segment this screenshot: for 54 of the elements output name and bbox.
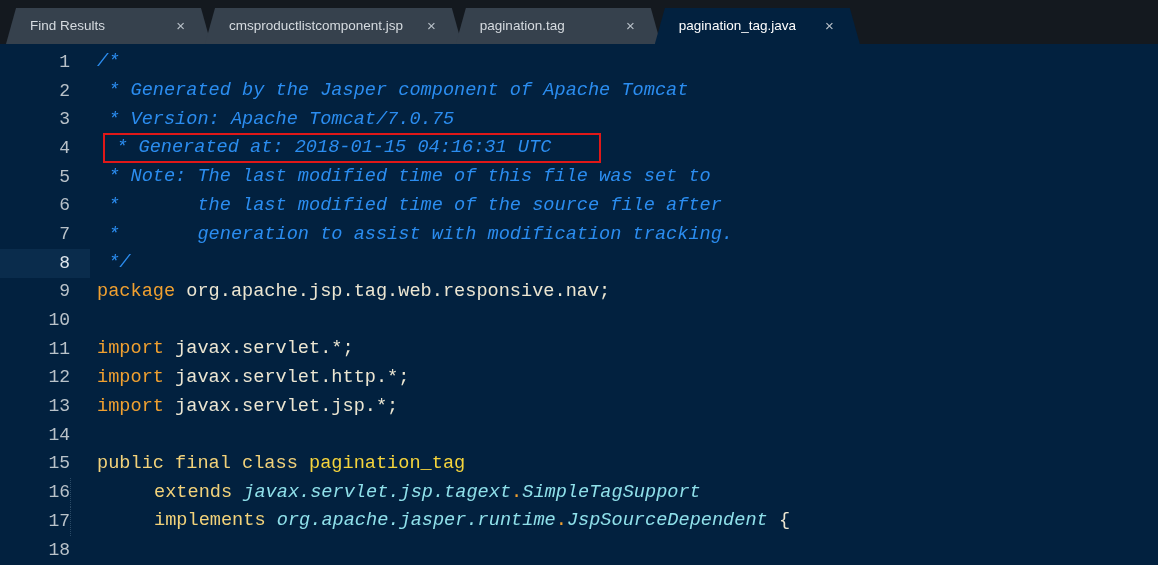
code-text: javax.servlet.http.*; (174, 365, 410, 390)
line-number: 8 (0, 248, 90, 278)
code-comment: * the last modified time of the source file after (107, 193, 722, 218)
code-type: org.apache.jasper.runtime (275, 509, 556, 534)
line-number: 15 (47, 452, 71, 476)
tab-label: pagination_tag.java (678, 16, 796, 35)
code-keyword: package (97, 279, 176, 304)
code-comment: * Generated at: 2018-01-15 04:16:31 UTC (115, 136, 552, 161)
line-number: 3 (58, 108, 71, 132)
tab-label: Find Results (30, 16, 106, 35)
line-number: 2 (58, 79, 71, 103)
close-tab-button[interactable]: × (427, 14, 436, 38)
line-number: 6 (58, 194, 71, 218)
code-keyword: import (97, 365, 164, 390)
code-type: javax.servlet.jsp.tagext (242, 480, 512, 505)
code-punctuation: . (511, 480, 523, 505)
code-comment: * generation to assist with modification tracking. (107, 222, 733, 247)
line-number: 10 (47, 309, 71, 333)
line-number: 1 (58, 50, 71, 74)
code-text: org.apache.jsp.tag.web.responsive.nav; (185, 279, 611, 304)
code-comment: */ (107, 251, 131, 276)
line-number: 7 (58, 222, 71, 246)
code-keyword: import (97, 394, 164, 419)
code-comment: * Version: Apache Tomcat/7.0.75 (107, 107, 455, 132)
code-keyword: import (97, 337, 164, 362)
tab-label: cmsproductlistcomponent.jsp (229, 16, 404, 35)
line-number: 17 (47, 509, 71, 533)
close-tab-button[interactable]: × (626, 14, 635, 38)
editor-tab[interactable]: pagination_tag.java × (654, 8, 860, 44)
line-number: 11 (47, 337, 71, 361)
line-number: 18 (47, 538, 71, 562)
code-class-name: pagination_tag (308, 452, 466, 477)
code-text: javax.servlet.*; (174, 337, 354, 362)
code-keyword: implements (154, 509, 266, 534)
line-number: 12 (47, 366, 71, 390)
line-number: 4 (58, 136, 71, 160)
tab-label: pagination.tag (479, 16, 565, 35)
line-number: 13 (47, 395, 71, 419)
code-type: SimpleTagSupport (522, 480, 701, 505)
close-tab-button[interactable]: × (825, 14, 834, 38)
line-number: 16 (47, 481, 71, 505)
line-number: 5 (58, 165, 71, 189)
code-keyword: public final class (97, 452, 298, 477)
code-comment: * Generated by the Jasper component of Apache Tomcat (107, 79, 689, 104)
close-tab-button[interactable]: × (176, 14, 185, 38)
code-keyword: extends (154, 480, 233, 505)
code-comment: /* (97, 50, 120, 75)
code-text: javax.servlet.jsp.*; (174, 394, 399, 419)
code-type: JspSourceDependent (566, 509, 768, 534)
code-text: { (777, 509, 791, 534)
line-number: 9 (58, 280, 71, 304)
line-number: 14 (47, 423, 71, 447)
code-punctuation: . (555, 509, 567, 534)
code-comment: * Note: The last modified time of this file was set to (107, 165, 711, 190)
